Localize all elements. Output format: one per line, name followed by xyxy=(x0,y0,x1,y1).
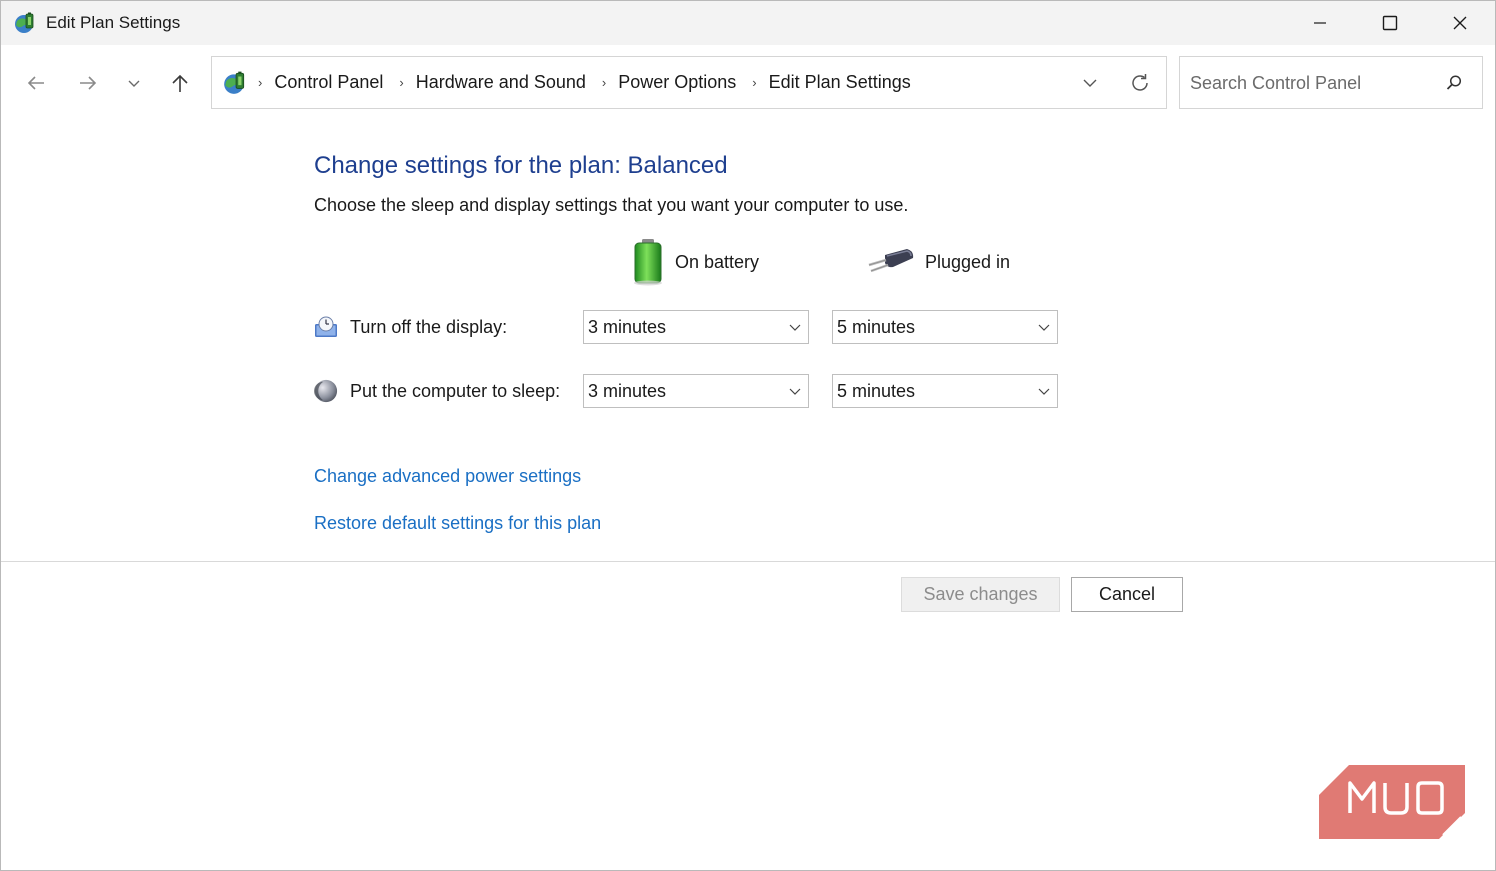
sleep-plugged-in-value: 5 minutes xyxy=(837,381,916,401)
display-clock-icon xyxy=(314,315,338,339)
put-to-sleep-label: Put the computer to sleep: xyxy=(350,380,561,401)
display-on-battery-value: 3 minutes xyxy=(588,317,667,337)
put-to-sleep-row: Put the computer to sleep: xyxy=(314,374,560,408)
navigation-bar: › Control Panel › Hardware and Sound › P… xyxy=(1,45,1495,121)
refresh-icon xyxy=(1132,74,1148,91)
page-description: Choose the sleep and display settings th… xyxy=(314,195,909,215)
arrow-up-icon xyxy=(172,74,188,92)
breadcrumb-power-options[interactable]: Power Options xyxy=(618,72,736,93)
battery-icon xyxy=(631,238,665,286)
turn-off-display-label: Turn off the display: xyxy=(350,316,508,337)
chevron-right-icon: › xyxy=(258,75,263,90)
chevron-down-icon xyxy=(1038,388,1050,395)
close-icon xyxy=(1453,16,1467,30)
display-plugged-in-select[interactable]: 5 minutes xyxy=(832,310,1058,344)
search-input[interactable] xyxy=(1190,67,1440,99)
restore-default-settings-link[interactable]: Restore default settings for this plan xyxy=(314,513,601,534)
on-battery-column-header: On battery xyxy=(631,237,759,287)
window-title: Edit Plan Settings xyxy=(46,13,181,32)
sleep-plugged-in-select[interactable]: 5 minutes xyxy=(832,374,1058,408)
display-on-battery-select[interactable]: 3 minutes xyxy=(583,310,809,344)
chevron-right-icon[interactable]: › xyxy=(752,75,756,90)
power-options-icon xyxy=(13,11,37,35)
minimize-button[interactable] xyxy=(1285,1,1355,45)
breadcrumb-hardware-and-sound[interactable]: Hardware and Sound xyxy=(416,72,586,93)
sleep-moon-icon xyxy=(314,379,338,403)
minimize-icon xyxy=(1314,22,1326,24)
power-options-icon xyxy=(222,70,248,96)
maximize-icon xyxy=(1382,15,1398,31)
address-history-button[interactable] xyxy=(1076,69,1104,97)
chevron-down-icon xyxy=(789,324,801,331)
chevron-down-icon xyxy=(789,388,801,395)
plan-settings-content: Change settings for the plan: Balanced C… xyxy=(1,121,1495,561)
turn-off-display-row: Turn off the display: xyxy=(314,310,507,344)
breadcrumb: › Control Panel › Hardware and Sound › P… xyxy=(256,57,925,108)
footer-divider xyxy=(1,561,1495,562)
search-icon[interactable] xyxy=(1442,71,1466,95)
sleep-on-battery-value: 3 minutes xyxy=(588,381,667,401)
on-battery-label: On battery xyxy=(675,251,760,272)
address-bar[interactable]: › Control Panel › Hardware and Sound › P… xyxy=(211,56,1167,109)
chevron-down-icon xyxy=(1083,79,1097,87)
arrow-left-icon xyxy=(27,76,44,90)
power-plug-icon xyxy=(867,247,915,277)
chevron-down-icon xyxy=(1038,324,1050,331)
search-box[interactable] xyxy=(1179,56,1483,109)
edit-plan-settings-window: Edit Plan Settings › Control Panel › Har… xyxy=(0,0,1496,871)
breadcrumb-control-panel[interactable]: Control Panel xyxy=(274,72,383,93)
display-plugged-in-value: 5 minutes xyxy=(837,317,916,337)
chevron-down-icon xyxy=(128,80,140,87)
muo-watermark-logo xyxy=(1319,765,1465,839)
refresh-button[interactable] xyxy=(1126,69,1154,97)
page-title: Change settings for the plan: Balanced xyxy=(314,152,728,179)
sleep-on-battery-select[interactable]: 3 minutes xyxy=(583,374,809,408)
maximize-button[interactable] xyxy=(1355,1,1425,45)
forward-button[interactable] xyxy=(71,67,105,99)
cancel-button[interactable]: Cancel xyxy=(1071,577,1183,612)
chevron-right-icon[interactable]: › xyxy=(602,75,606,90)
close-button[interactable] xyxy=(1425,1,1495,45)
back-button[interactable] xyxy=(19,67,53,99)
plugged-in-label: Plugged in xyxy=(925,251,1011,272)
up-button[interactable] xyxy=(163,67,197,99)
title-bar: Edit Plan Settings xyxy=(1,1,1495,45)
chevron-right-icon[interactable]: › xyxy=(399,75,403,90)
breadcrumb-edit-plan-settings[interactable]: Edit Plan Settings xyxy=(769,72,911,93)
recent-locations-button[interactable] xyxy=(117,67,151,99)
plugged-in-column-header: Plugged in xyxy=(867,237,1010,287)
arrow-right-icon xyxy=(80,76,97,90)
save-changes-button[interactable]: Save changes xyxy=(901,577,1060,612)
change-advanced-power-settings-link[interactable]: Change advanced power settings xyxy=(314,466,581,487)
